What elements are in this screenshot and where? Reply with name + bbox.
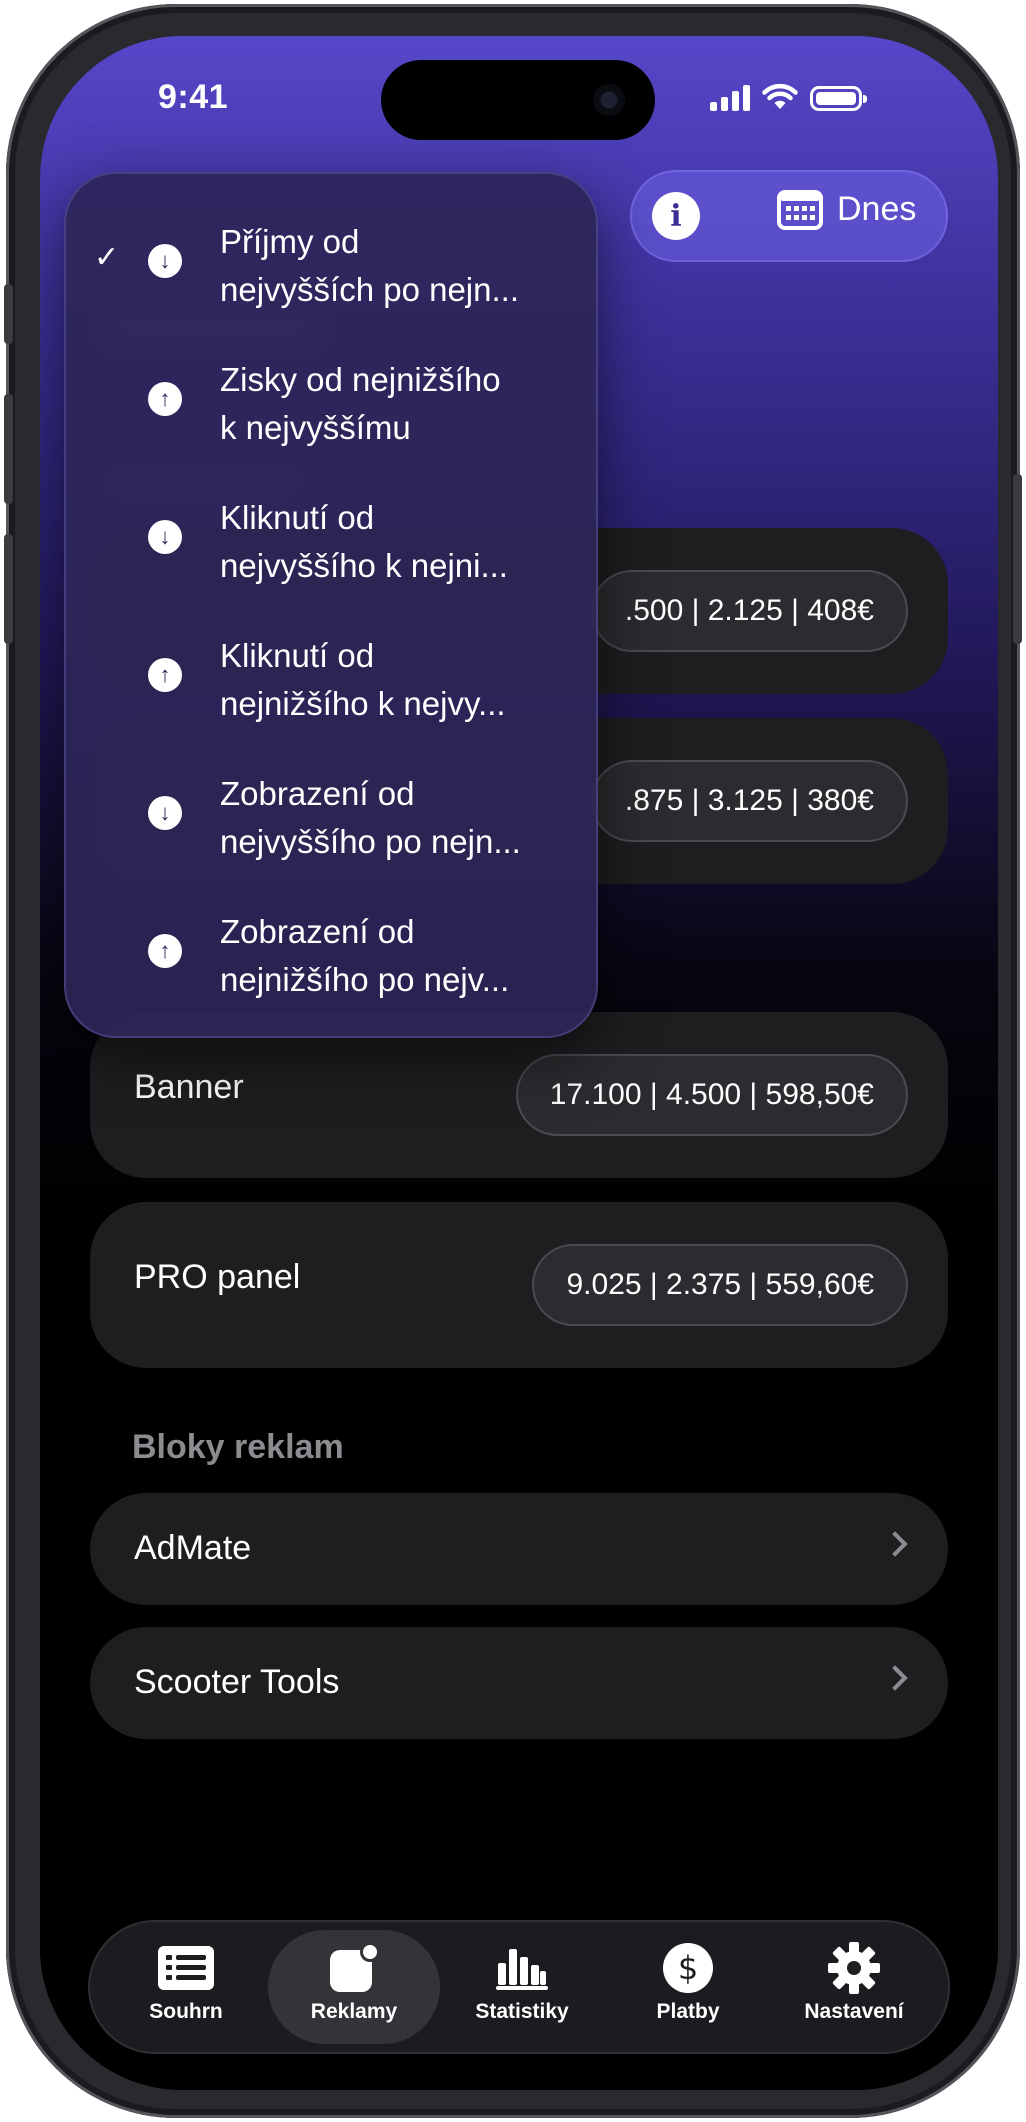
status-time: 9:41 [158, 78, 229, 116]
cellular-signal-icon [710, 85, 750, 111]
chevron-right-icon [882, 1531, 908, 1557]
placement-label: PRO panel [134, 1258, 301, 1296]
tab-nastaveni[interactable]: Nastavení [768, 1930, 940, 2044]
volume-up-button [4, 394, 13, 504]
sort-option-line2: nejnižšího k nejvy... [220, 685, 506, 722]
placement-stats: 9.025 | 2.375 | 559,60€ [532, 1244, 908, 1326]
sort-option-line2: k nejvyššímu [220, 409, 411, 446]
camera-icon [593, 84, 625, 116]
status-icons [710, 84, 867, 111]
date-range-label: Dnes [837, 189, 917, 228]
sort-option-revenue-desc[interactable]: ✓ ↓ Příjmy od nejvyšších po nejn... [66, 208, 596, 346]
info-icon: i [670, 198, 682, 234]
info-button[interactable]: i [652, 192, 700, 240]
sort-option-line1: Příjmy od [220, 223, 360, 260]
volume-down-button [4, 534, 13, 644]
placement-label: Banner [134, 1068, 244, 1106]
arrow-up-circle-icon: ↑ [148, 934, 182, 968]
ad-block-row-admate[interactable]: AdMate [90, 1493, 948, 1605]
ad-block-label: Scooter Tools [134, 1663, 340, 1701]
arrow-down-circle-icon: ↓ [148, 520, 182, 554]
date-range-button[interactable]: Dnes [777, 188, 916, 230]
sort-option-line1: Zisky od nejnižšího [220, 361, 501, 398]
dynamic-island [381, 60, 655, 140]
sort-option-line1: Zobrazení od [220, 913, 415, 950]
sort-option-line1: Zobrazení od [220, 775, 415, 812]
list-icon [158, 1946, 214, 1990]
tab-label: Souhrn [149, 2000, 223, 2023]
action-button [4, 284, 13, 344]
arrow-down-circle-icon: ↓ [148, 244, 182, 278]
placement-stats: .875 | 3.125 | 380€ [590, 760, 908, 842]
placement-card-pro-panel[interactable]: PRO panel 9.025 | 2.375 | 559,60€ [90, 1202, 948, 1368]
calendar-icon [777, 190, 823, 230]
sort-option-profit-asc[interactable]: ↑ Zisky od nejnižšího k nejvyššímu [66, 346, 596, 484]
sort-menu: ✓ ↓ Příjmy od nejvyšších po nejn... ↑ Zi… [64, 172, 598, 1038]
screen: 9:41 i Dnes .500 | 2.125 | 408€ .875 | 3… [40, 36, 998, 2090]
placement-stats: .500 | 2.125 | 408€ [590, 570, 908, 652]
ad-blocks-title: Bloky reklam [132, 1428, 344, 1466]
sort-option-views-desc[interactable]: ↓ Zobrazení od nejvyššího po nejn... [66, 760, 596, 898]
tab-bar: Souhrn Reklamy Statistiky $ Platby Nasta… [88, 1920, 950, 2054]
ad-block-label: AdMate [134, 1529, 252, 1567]
battery-icon [810, 86, 867, 111]
gear-icon [828, 1942, 880, 1994]
sort-option-line2: nejvyššího po nejn... [220, 823, 521, 860]
arrow-up-circle-icon: ↑ [148, 658, 182, 692]
power-button [1013, 474, 1022, 644]
sort-option-text: Zobrazení od nejvyššího po nejn... [220, 770, 580, 866]
tab-statistiky[interactable]: Statistiky [436, 1930, 608, 2044]
bar-chart-icon [496, 1949, 548, 1990]
tab-label: Reklamy [310, 2000, 398, 2023]
tab-souhrn[interactable]: Souhrn [100, 1930, 272, 2044]
sort-option-views-asc[interactable]: ↑ Zobrazení od nejnižšího po nejv... [66, 898, 596, 1036]
ad-block-row-scooter-tools[interactable]: Scooter Tools [90, 1627, 948, 1739]
arrow-up-circle-icon: ↑ [148, 382, 182, 416]
sort-option-text: Zobrazení od nejnižšího po nejv... [220, 908, 580, 1004]
tab-reklamy[interactable]: Reklamy [268, 1930, 440, 2044]
sort-option-line1: Kliknutí od [220, 499, 375, 536]
sort-option-line2: nejvyšších po nejn... [220, 271, 519, 308]
sort-option-text: Kliknutí od nejnižšího k nejvy... [220, 632, 580, 728]
sort-option-clicks-asc[interactable]: ↑ Kliknutí od nejnižšího k nejvy... [66, 622, 596, 760]
tab-platby[interactable]: $ Platby [602, 1930, 774, 2044]
sort-option-text: Zisky od nejnižšího k nejvyššímu [220, 356, 580, 452]
checkmark-icon: ✓ [94, 241, 120, 274]
svg-text:$: $ [678, 1949, 698, 1987]
sort-option-line2: nejnižšího po nejv... [220, 961, 510, 998]
header-actions: i Dnes [630, 170, 948, 262]
sort-option-text: Kliknutí od nejvyššího k nejni... [220, 494, 580, 590]
sort-option-line1: Kliknutí od [220, 637, 375, 674]
phone-frame: 9:41 i Dnes .500 | 2.125 | 408€ .875 | 3… [4, 4, 1022, 2118]
sort-option-clicks-desc[interactable]: ↓ Kliknutí od nejvyššího k nejni... [66, 484, 596, 622]
placement-stats: 17.100 | 4.500 | 598,50€ [515, 1054, 908, 1136]
chevron-right-icon [882, 1665, 908, 1691]
dollar-icon: $ [663, 1943, 713, 1993]
tab-label: Platby [656, 2000, 720, 2023]
sort-option-line2: nejvyššího k nejni... [220, 547, 508, 584]
ads-icon [330, 1942, 380, 1992]
sort-option-text: Příjmy od nejvyšších po nejn... [220, 218, 580, 314]
wifi-icon [762, 84, 798, 109]
arrow-down-circle-icon: ↓ [148, 796, 182, 830]
tab-label: Statistiky [475, 2000, 569, 2023]
tab-label: Nastavení [804, 2000, 904, 2023]
